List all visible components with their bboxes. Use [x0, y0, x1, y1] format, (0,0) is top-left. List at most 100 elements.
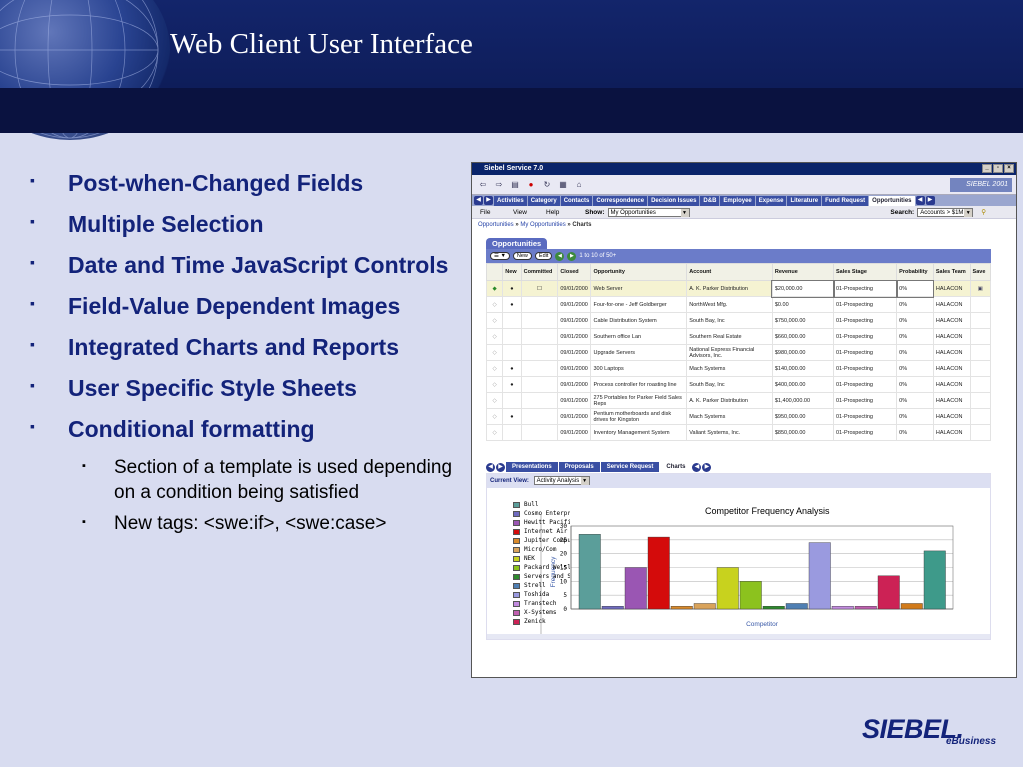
committed-checkbox[interactable] — [520, 392, 559, 409]
table-row[interactable]: ◇ 09/01/2000 Inventory Management System Va… — [485, 424, 992, 441]
tab-more-left-icon[interactable]: ◀ — [915, 196, 925, 205]
table-row[interactable]: ◇ ● 09/01/2000 300 Laptops Mach Systems $140,… — [485, 360, 992, 377]
table-row[interactable]: ◇ 09/01/2000 Southern office Lan Southern R… — [485, 328, 992, 345]
home-icon[interactable]: ⌂ — [574, 180, 584, 190]
column-header[interactable]: Save — [969, 263, 992, 281]
table-row[interactable]: ◇ 09/01/2000 Cable Distribution System Sout… — [485, 312, 992, 329]
row-selector-icon[interactable]: ◇ — [485, 376, 504, 393]
view-tab-right-icon[interactable]: ▶ — [496, 462, 505, 472]
tab-activities[interactable]: Activities — [494, 195, 527, 206]
view-tab-left-icon[interactable]: ◀ — [486, 462, 495, 472]
view-tab-proposals[interactable]: Proposals — [558, 462, 600, 472]
table-row[interactable]: ◆ ● ☐ 09/01/2000 Web Server A. K. Parker Dist… — [485, 279, 992, 298]
committed-checkbox[interactable] — [520, 424, 559, 441]
column-header[interactable]: Committed — [520, 263, 559, 281]
opportunity-link[interactable]: Southern office Lan — [590, 328, 688, 345]
committed-checkbox[interactable]: ☐ — [520, 280, 559, 297]
new-button[interactable]: New — [512, 252, 532, 260]
sales-team-link[interactable]: HALACON — [932, 328, 971, 345]
column-header[interactable]: Probability — [896, 263, 934, 281]
tab-literature[interactable]: Literature — [787, 195, 822, 206]
column-header[interactable]: Account — [686, 263, 773, 281]
column-header[interactable]: New — [502, 263, 522, 281]
row-selector-icon[interactable]: ◇ — [485, 424, 504, 441]
sales-team-link[interactable]: HALACON — [932, 360, 971, 377]
probability-value[interactable]: 0% — [895, 279, 935, 298]
sitemap-icon[interactable]: ▦ — [558, 180, 568, 190]
tab-d-b[interactable]: D&B — [700, 195, 720, 206]
tab-correspondence[interactable]: Correspondence — [593, 195, 648, 206]
sales-team-link[interactable]: HALACON — [932, 280, 971, 297]
menu-button[interactable]: ☰ ▼ — [490, 252, 510, 260]
tab-scroll-left-icon[interactable]: ◀ — [474, 196, 483, 205]
column-header[interactable]: Sales Stage — [832, 263, 898, 281]
table-row[interactable]: ◇ ● 09/01/2000 Process controller for roast… — [485, 376, 992, 393]
menu-file[interactable]: File — [480, 209, 513, 216]
row-selector-icon[interactable]: ◆ — [485, 280, 504, 297]
table-row[interactable]: ◇ ● 09/01/2000 Pentium motherboards and dis… — [485, 408, 992, 425]
close-icon[interactable]: × — [1004, 164, 1014, 173]
sales-team-link[interactable]: HALACON — [932, 424, 971, 441]
account-link[interactable]: NorthWest Mfg. — [686, 296, 773, 313]
stop-icon[interactable]: ● — [526, 180, 536, 190]
sales-team-link[interactable]: HALACON — [932, 312, 971, 329]
save-icon[interactable]: ▣ — [969, 280, 992, 297]
account-link[interactable]: South Bay, Inc — [686, 376, 773, 393]
next-page-icon[interactable]: ▶ — [567, 251, 577, 261]
opportunity-link[interactable]: Cable Distribution System — [590, 312, 688, 329]
opportunity-link[interactable]: Upgrade Servers — [590, 344, 688, 361]
opportunity-link[interactable]: Four-for-one - Jeff Goldberger — [590, 296, 688, 313]
tab-scroll-right-icon[interactable]: ▶ — [484, 196, 493, 205]
maximize-icon[interactable]: ▫ — [993, 164, 1003, 173]
row-selector-icon[interactable]: ◇ — [485, 344, 504, 361]
view-tab-more-right-icon[interactable]: ▶ — [702, 462, 712, 472]
column-header[interactable]: Sales Team — [932, 263, 971, 281]
sales-stage-value[interactable]: 01-Prospecting — [832, 279, 898, 298]
row-selector-icon[interactable]: ◇ — [485, 328, 504, 345]
view-tab-more-left-icon[interactable]: ◀ — [692, 462, 702, 472]
committed-checkbox[interactable] — [520, 344, 559, 361]
opportunity-link[interactable]: Pentium motherboards and disk drives for… — [590, 408, 688, 425]
table-row[interactable]: ◇ 09/01/2000 275 Portables for Parker Fiel… — [485, 392, 992, 409]
account-link[interactable]: A. K. Parker Distribution — [686, 392, 773, 409]
tab-more-right-icon[interactable]: ▶ — [925, 196, 935, 205]
opportunity-link[interactable]: Web Server — [590, 280, 688, 297]
committed-checkbox[interactable] — [520, 328, 559, 345]
tab-decision-issues[interactable]: Decision Issues — [648, 195, 700, 206]
table-row[interactable]: ◇ 09/01/2000 Upgrade Servers National Expre… — [485, 344, 992, 361]
edit-button[interactable]: Edit — [534, 252, 553, 260]
sales-team-link[interactable]: HALACON — [932, 296, 971, 313]
revenue-value[interactable]: $20,000.00 — [771, 279, 835, 298]
menu-view[interactable]: View — [513, 209, 546, 216]
show-select[interactable]: My Opportunities — [607, 207, 690, 217]
view-tab-presentations[interactable]: Presentations — [506, 462, 558, 472]
opportunity-link[interactable]: 275 Portables for Parker Field Sales Rep… — [590, 392, 688, 409]
account-link[interactable]: South Bay, Inc — [686, 312, 773, 329]
minimize-icon[interactable]: _ — [982, 164, 992, 173]
row-selector-icon[interactable]: ◇ — [485, 392, 504, 409]
account-link[interactable]: A. K. Parker Distribution — [686, 280, 773, 297]
back-icon[interactable]: ⇦ — [478, 180, 488, 190]
menu-help[interactable]: Help — [546, 209, 579, 216]
account-link[interactable]: Valiant Systems, Inc. — [686, 424, 773, 441]
tab-expense[interactable]: Expense — [755, 195, 787, 206]
account-link[interactable]: Mach Systems — [686, 408, 773, 425]
row-selector-icon[interactable]: ◇ — [485, 296, 504, 313]
row-selector-icon[interactable]: ◇ — [485, 312, 504, 329]
tab-employee[interactable]: Employee — [720, 195, 755, 206]
row-selector-icon[interactable]: ◇ — [485, 408, 504, 425]
row-selector-icon[interactable]: ◇ — [485, 360, 504, 377]
print-icon[interactable]: ▤ — [510, 180, 520, 190]
search-select[interactable]: Accounts > $1M — [917, 207, 974, 217]
committed-checkbox[interactable] — [520, 376, 559, 393]
committed-checkbox[interactable] — [520, 312, 559, 329]
opportunity-link[interactable]: 300 Laptops — [590, 360, 688, 377]
breadcrumb-my-opportunities[interactable]: My Opportunities — [520, 222, 565, 228]
account-link[interactable]: National Express Financial Advisors, Inc… — [686, 344, 773, 361]
opportunity-link[interactable]: Inventory Management System — [590, 424, 688, 441]
tab-fund-request[interactable]: Fund Request — [822, 195, 869, 206]
tab-contacts[interactable]: Contacts — [560, 195, 593, 206]
account-link[interactable]: Southern Real Estate — [686, 328, 773, 345]
account-link[interactable]: Mach Systems — [686, 360, 773, 377]
table-row[interactable]: ◇ ● 09/01/2000 Four-for-one - Jeff Goldberg… — [485, 296, 992, 313]
